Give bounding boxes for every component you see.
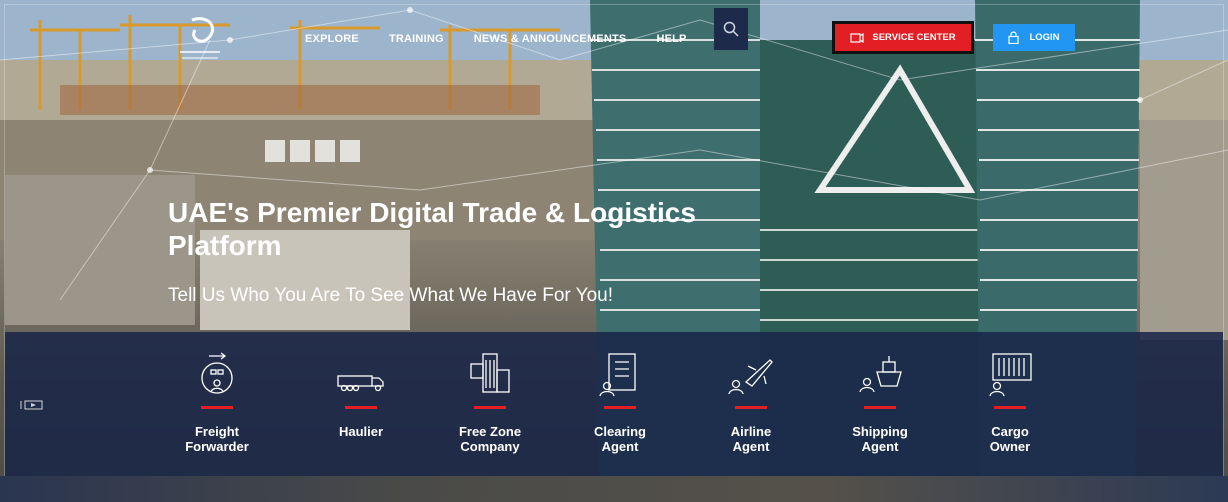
role-cargo-owner[interactable]: Cargo Owner	[950, 352, 1070, 454]
role-accent-bar	[604, 406, 636, 409]
role-label: Cargo Owner	[989, 424, 1031, 454]
nav-training[interactable]: TRAINING	[389, 33, 444, 45]
freight-forwarder-icon	[201, 352, 233, 394]
nav-explore[interactable]: EXPLORE	[305, 33, 359, 45]
search-button[interactable]	[714, 8, 748, 50]
role-label: Clearing Agent	[593, 424, 646, 454]
role-accent-bar	[474, 406, 506, 409]
lock-icon	[1008, 31, 1020, 44]
role-accent-bar	[994, 406, 1026, 409]
role-accent-bar	[735, 406, 767, 409]
role-label: Shipping Agent	[852, 424, 908, 454]
hero-subheadline: Tell Us Who You Are To See What We Have …	[168, 285, 613, 306]
video-control[interactable]	[20, 400, 44, 413]
role-accent-bar	[201, 406, 233, 409]
role-free-zone-company[interactable]: Free Zone Company	[430, 352, 550, 454]
search-icon	[723, 21, 739, 37]
login-label: LOGIN	[1029, 32, 1060, 43]
logo-icon	[180, 17, 220, 59]
role-haulier[interactable]: Haulier	[301, 352, 421, 439]
service-center-label: SERVICE CENTER	[872, 32, 956, 43]
hero-bottom-strip	[0, 476, 1228, 502]
role-label: Airline Agent	[730, 424, 772, 454]
logo[interactable]	[170, 12, 230, 72]
service-center-button[interactable]: SERVICE CENTER	[832, 21, 974, 54]
role-clearing-agent[interactable]: Clearing Agent	[560, 352, 680, 454]
role-accent-bar	[345, 406, 377, 409]
role-accent-bar	[864, 406, 896, 409]
role-airline-agent[interactable]: Airline Agent	[691, 352, 811, 454]
container-icon	[989, 353, 1032, 397]
role-label: Freight Forwarder	[185, 424, 249, 454]
role-label: Haulier	[338, 424, 384, 439]
play-icon	[20, 400, 43, 410]
role-freight-forwarder[interactable]: Freight Forwarder	[157, 352, 277, 454]
truck-icon	[337, 375, 384, 392]
ship-icon	[859, 356, 902, 393]
role-label: Free Zone Company	[458, 424, 522, 454]
airplane-icon	[728, 359, 773, 395]
nav-help[interactable]: HELP	[656, 33, 686, 45]
document-icon	[599, 353, 636, 397]
service-center-icon	[850, 32, 864, 43]
main-nav: EXPLORE TRAINING NEWS & ANNOUNCEMENTS HE…	[305, 33, 717, 45]
login-button[interactable]: LOGIN	[993, 24, 1075, 51]
hero-headline: UAE's Premier Digital Trade & Logistics …	[168, 197, 696, 261]
building-icon	[470, 353, 510, 393]
role-shipping-agent[interactable]: Shipping Agent	[820, 352, 940, 454]
nav-news[interactable]: NEWS & ANNOUNCEMENTS	[474, 33, 627, 45]
